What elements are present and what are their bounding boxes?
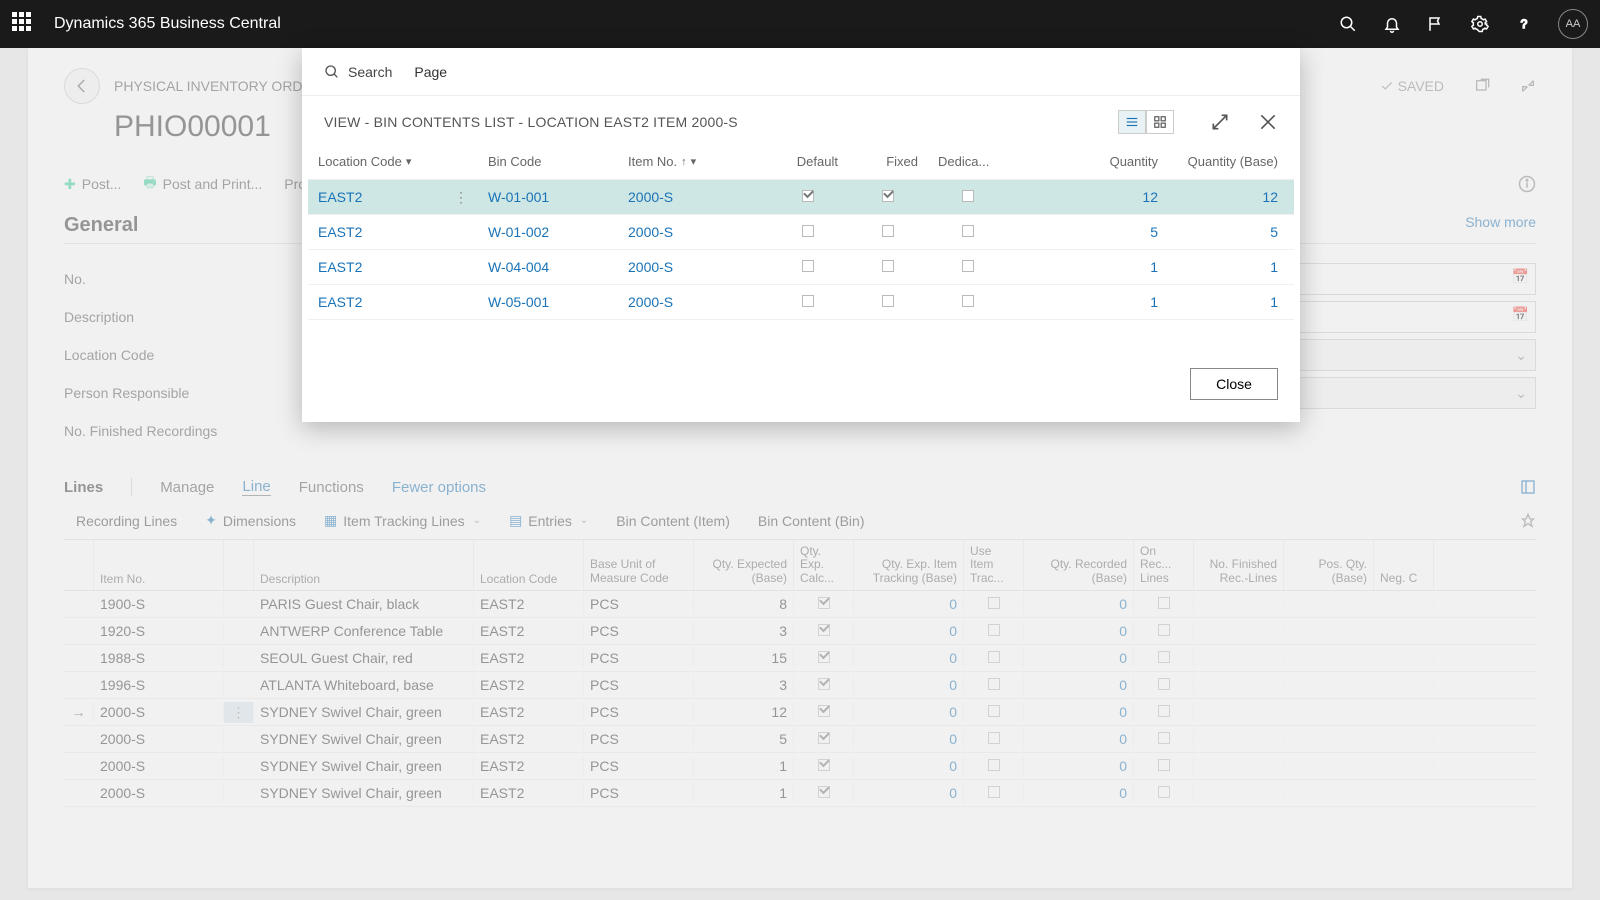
col-qty-calc[interactable]: Qty. Exp. Calc...: [794, 540, 854, 590]
app-title: Dynamics 365 Business Central: [54, 15, 281, 33]
col-location[interactable]: Location Code: [474, 540, 584, 590]
close-button[interactable]: Close: [1190, 368, 1278, 400]
table-row[interactable]: 2000-SSYDNEY Swivel Chair, greenEAST2PCS…: [64, 726, 1536, 753]
modal-page-menu[interactable]: Page: [414, 64, 447, 80]
modal-grid: Location Code▾ Bin Code Item No. ↑▾ Defa…: [302, 144, 1300, 350]
person-label: Person Responsible: [64, 385, 244, 401]
tile-view-button[interactable]: [1146, 110, 1174, 134]
col-item-no[interactable]: Item No.: [94, 540, 224, 590]
mcol-bin[interactable]: Bin Code: [478, 148, 618, 175]
table-row[interactable]: EAST2⋮W-01-0012000-S1212: [308, 180, 1294, 215]
bin-content-bin-action[interactable]: Bin Content (Bin): [758, 513, 865, 529]
svg-text:?: ?: [1521, 17, 1528, 31]
fewer-options[interactable]: Fewer options: [392, 479, 486, 496]
expand-icon[interactable]: [1210, 112, 1230, 132]
help-icon[interactable]: ?: [1514, 14, 1534, 34]
dimensions-action[interactable]: ✦Dimensions: [205, 512, 296, 529]
pin-icon[interactable]: [1520, 513, 1536, 529]
bell-icon[interactable]: [1382, 14, 1402, 34]
table-row[interactable]: 2000-SSYDNEY Swivel Chair, greenEAST2PCS…: [64, 753, 1536, 780]
avatar[interactable]: AA: [1558, 9, 1588, 39]
col-qty-exp[interactable]: Qty. Expected (Base): [694, 540, 794, 590]
post-button[interactable]: ✚Post...: [64, 176, 121, 193]
lines-grid: Item No. Description Location Code Base …: [64, 539, 1536, 807]
table-row[interactable]: 1988-SSEOUL Guest Chair, redEAST2PCS1500: [64, 645, 1536, 672]
chevron-down-icon: ⌄: [1515, 347, 1527, 364]
line-tab[interactable]: Line: [242, 478, 270, 496]
calendar-icon[interactable]: 📅: [1512, 268, 1529, 285]
flag-icon[interactable]: [1426, 14, 1446, 34]
bin-content-item-action[interactable]: Bin Content (Item): [616, 513, 730, 529]
mcol-item[interactable]: Item No. ↑▾: [618, 148, 768, 175]
description-label: Description: [64, 309, 244, 325]
info-icon[interactable]: [1518, 175, 1536, 193]
collapse-icon[interactable]: [1520, 78, 1536, 94]
no-label: No.: [64, 271, 244, 287]
col-uom[interactable]: Base Unit of Measure Code: [584, 540, 694, 590]
table-row[interactable]: →2000-S⋮SYDNEY Swivel Chair, greenEAST2P…: [64, 699, 1536, 726]
search-icon[interactable]: [1338, 14, 1358, 34]
mcol-dedicated[interactable]: Dedica...: [928, 148, 1008, 175]
table-row[interactable]: 1996-SATLANTA Whiteboard, baseEAST2PCS30…: [64, 672, 1536, 699]
modal-title: VIEW - BIN CONTENTS LIST - LOCATION EAST…: [324, 114, 738, 130]
col-no-fin[interactable]: No. Finished Rec.-Lines: [1194, 540, 1284, 590]
table-row[interactable]: EAST2W-05-0012000-S11: [308, 285, 1294, 320]
filter-icon: ▾: [406, 155, 412, 168]
filter-icon: ▾: [691, 155, 697, 168]
mcol-qty[interactable]: Quantity: [1008, 148, 1168, 175]
show-more-link[interactable]: Show more: [1465, 214, 1536, 230]
col-on-rec[interactable]: On Rec... Lines: [1134, 540, 1194, 590]
saved-indicator: SAVED: [1380, 78, 1444, 94]
app-launcher-icon[interactable]: [12, 12, 36, 36]
mcol-qtybase[interactable]: Quantity (Base): [1168, 148, 1288, 175]
table-row[interactable]: 1900-SPARIS Guest Chair, blackEAST2PCS80…: [64, 591, 1536, 618]
col-qty-rec[interactable]: Qty. Recorded (Base): [1024, 540, 1134, 590]
mcol-default[interactable]: Default: [768, 148, 848, 175]
row-menu-icon[interactable]: ⋮: [454, 189, 468, 206]
expand-lines-icon[interactable]: [1520, 479, 1536, 495]
col-qty-track[interactable]: Qty. Exp. Item Tracking (Base): [854, 540, 964, 590]
bin-contents-modal: Search Page VIEW - BIN CONTENTS LIST - L…: [302, 48, 1300, 422]
close-icon[interactable]: [1258, 112, 1278, 132]
table-row[interactable]: EAST2W-01-0022000-S55: [308, 215, 1294, 250]
calendar-icon[interactable]: 📅: [1512, 306, 1529, 323]
table-row[interactable]: EAST2W-04-0042000-S11: [308, 250, 1294, 285]
sort-asc-icon: ↑: [681, 156, 687, 168]
no-finished-label: No. Finished Recordings: [64, 423, 244, 439]
modal-search[interactable]: Search: [324, 64, 392, 80]
list-view-button[interactable]: [1118, 110, 1146, 134]
entries-action[interactable]: ▤Entries⌄: [509, 512, 588, 529]
lines-tab[interactable]: Lines: [64, 479, 103, 496]
col-pos-qty[interactable]: Pos. Qty. (Base): [1284, 540, 1374, 590]
breadcrumb: PHYSICAL INVENTORY ORDER: [114, 78, 322, 94]
mcol-location[interactable]: Location Code▾: [308, 148, 478, 175]
top-bar: Dynamics 365 Business Central ? AA: [0, 0, 1600, 48]
item-tracking-action[interactable]: ▦Item Tracking Lines⌄: [324, 512, 481, 529]
post-print-button[interactable]: 🖶Post and Print...: [143, 172, 262, 196]
col-description[interactable]: Description: [254, 540, 474, 590]
chevron-down-icon: ⌄: [1515, 385, 1527, 402]
table-row[interactable]: 2000-SSYDNEY Swivel Chair, greenEAST2PCS…: [64, 780, 1536, 807]
table-row[interactable]: 1920-SANTWERP Conference TableEAST2PCS30…: [64, 618, 1536, 645]
location-label: Location Code: [64, 347, 244, 363]
mcol-fixed[interactable]: Fixed: [848, 148, 928, 175]
col-neg[interactable]: Neg. C: [1374, 540, 1434, 590]
functions-tab[interactable]: Functions: [299, 479, 364, 496]
back-button[interactable]: [64, 68, 100, 104]
manage-tab[interactable]: Manage: [160, 479, 214, 496]
gear-icon[interactable]: [1470, 14, 1490, 34]
popout-icon[interactable]: [1474, 78, 1490, 94]
col-use-trac[interactable]: Use Item Trac...: [964, 540, 1024, 590]
recording-lines-action[interactable]: Recording Lines: [76, 513, 177, 529]
